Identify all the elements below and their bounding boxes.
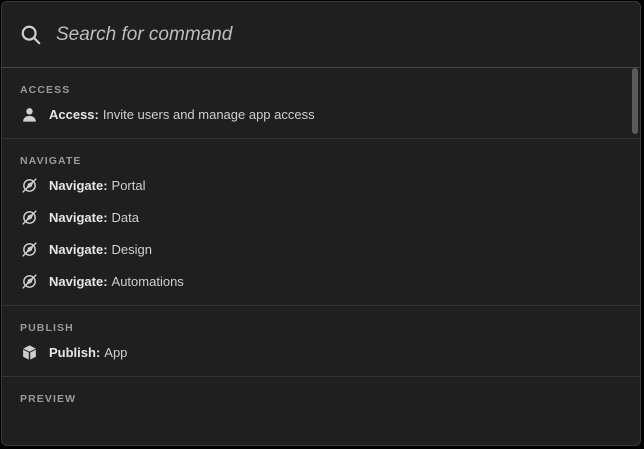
command-prefix: Navigate:: [49, 209, 108, 225]
command-prefix: Navigate:: [49, 177, 108, 193]
command-label: Portal: [111, 177, 146, 193]
scrollbar-thumb[interactable]: [632, 68, 638, 134]
section-title: PREVIEW: [20, 393, 77, 405]
search-icon: [21, 25, 41, 44]
command-navigate-design[interactable]: Navigate: Design: [2, 233, 640, 265]
command-navigate-data[interactable]: Navigate: Data: [2, 201, 640, 233]
command-prefix: Publish:: [49, 344, 101, 360]
user-icon: [20, 105, 38, 123]
section-preview: PREVIEW: [2, 377, 640, 405]
command-navigate-portal[interactable]: Navigate: Portal: [2, 169, 640, 201]
command-label: Invite users and manage app access: [102, 106, 315, 122]
command-label: App: [104, 344, 128, 360]
compass-off-icon: [20, 176, 38, 194]
command-prefix: Navigate:: [49, 273, 108, 289]
command-publish-app[interactable]: Publish: App: [2, 336, 640, 368]
command-prefix: Navigate:: [49, 241, 108, 257]
command-label: Automations: [111, 273, 184, 289]
compass-off-icon: [20, 240, 38, 258]
section-title: NAVIGATE: [20, 155, 82, 167]
section-title: ACCESS: [20, 84, 71, 96]
command-label: Data: [111, 209, 139, 225]
command-access-invite-users[interactable]: Access: Invite users and manage app acce…: [2, 98, 640, 130]
search-bar: [2, 2, 640, 68]
section-title: PUBLISH: [20, 322, 74, 334]
command-navigate-automations[interactable]: Navigate: Automations: [2, 265, 640, 297]
command-prefix: Access:: [49, 106, 99, 122]
command-list[interactable]: ACCESS Access: Invite users and manage a…: [2, 68, 640, 445]
section-navigate: NAVIGATE Navigate: Portal Navigate: Data: [2, 139, 640, 306]
section-publish: PUBLISH Publish: App: [2, 306, 640, 377]
search-input[interactable]: [54, 22, 622, 47]
compass-off-icon: [20, 272, 38, 290]
command-label: Design: [111, 241, 152, 257]
section-access: ACCESS Access: Invite users and manage a…: [2, 68, 640, 139]
box-icon: [20, 343, 38, 361]
compass-off-icon: [20, 208, 38, 226]
command-palette: ACCESS Access: Invite users and manage a…: [1, 1, 641, 446]
